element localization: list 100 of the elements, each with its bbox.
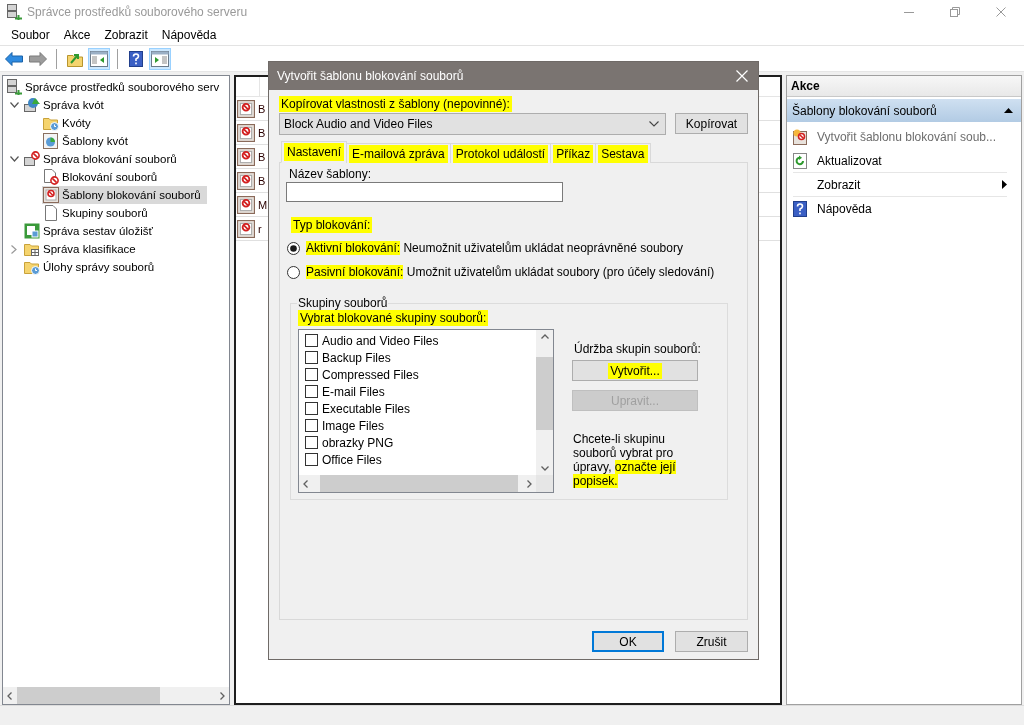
folder-table-icon [24,241,40,257]
ok-button[interactable]: OK [592,631,664,652]
chevron-right-icon [525,479,533,488]
actions-section-header[interactable]: Šablony blokování souborů [787,99,1021,122]
close-icon [736,70,748,82]
template-block-icon [237,195,255,214]
document-block-icon [43,169,59,185]
template-block-icon [237,99,255,118]
minimize-icon [904,11,914,13]
tree-item[interactable]: Správa blokování souborů [23,150,183,168]
tree-item[interactable]: Skupiny souborů [42,204,154,222]
template-dropdown[interactable]: Block Audio and Video Files [279,113,666,135]
action-item[interactable]: Zobrazit [793,172,1007,196]
list-cell: B [258,150,266,163]
chevron-left-icon [6,691,14,700]
tree-item[interactable]: Správa kvót [23,96,110,114]
tree-item[interactable]: Úlohy správy souborů [23,258,161,276]
checkbox[interactable] [305,436,318,449]
chevron-down-icon [540,464,549,472]
help-icon [129,50,143,67]
select-groups-label: Vybrat blokované skupiny souborů: [298,310,489,326]
checkbox[interactable] [305,419,318,432]
scrollbar-thumb[interactable] [536,357,553,430]
tab[interactable]: Nastavení [281,141,348,163]
checkbox-label[interactable]: Compressed Files [322,367,419,382]
checkbox[interactable] [305,368,318,381]
close-icon [996,7,1006,17]
show-console-tree-button[interactable] [88,47,110,70]
chevron-right-icon[interactable] [11,244,17,254]
radio-button[interactable] [287,241,300,255]
radio-label[interactable]: Pasivní blokování: Umožnit uživatelům ukládat soubory (pro účely sledování) [306,265,715,279]
checkbox-label[interactable]: Office Files [322,452,382,467]
menu-item[interactable]: Zobrazit [97,24,155,45]
window-title: Správce prostředků souborového serveru [27,5,248,19]
copy-button[interactable]: Kopírovat [675,113,748,134]
tab[interactable]: Příkaz [550,143,597,163]
folder-clock-icon [43,115,59,131]
vertical-scrollbar[interactable] [536,330,553,475]
radio-label[interactable]: Aktivní blokování: Neumožnit uživatelům ukládat neoprávněné soubory [306,241,683,255]
radio-button[interactable] [287,265,300,279]
scrollbar-thumb[interactable] [17,687,160,704]
maintenance-label: Údržba skupin souborů: [574,342,698,356]
show-action-pane-button[interactable] [149,47,171,70]
checkbox[interactable] [305,453,318,466]
tab[interactable]: Protokol událostí [449,143,552,163]
tab[interactable]: Sestava [595,143,651,163]
tree-item[interactable]: Blokování souborů [42,168,164,186]
restore-icon [950,7,960,17]
pie-chart-document-icon [43,133,59,149]
tab[interactable]: E-mailová zpráva [346,143,451,163]
checkbox[interactable] [305,334,318,347]
checkbox-label[interactable]: Executable Files [322,401,411,416]
checkbox-label[interactable]: Backup Files [322,350,391,365]
chevron-up-icon [540,333,549,341]
cancel-button[interactable]: Zrušit [675,631,748,652]
menu-item[interactable]: Akce [56,24,98,45]
chevron-down-icon[interactable] [9,156,19,162]
action-item[interactable]: Aktualizovat [793,148,1007,172]
tree-item[interactable]: Správa sestav úložišť [23,222,159,240]
horizontal-scrollbar[interactable] [3,687,229,704]
copy-from-template-label: Kopírovat vlastnosti z šablony (nepovinné): [279,96,512,112]
menu-item[interactable]: Soubor [4,24,57,45]
forward-arrow-icon [29,51,47,66]
submenu-arrow-icon [1002,180,1007,189]
template-name-field[interactable] [286,182,563,202]
checkbox[interactable] [305,385,318,398]
new-template-icon [793,128,807,145]
server-icon [6,79,22,95]
group-box-title: Skupiny souborů [297,296,389,310]
create-group-button[interactable]: Vytvořit... [572,360,698,381]
report-icon [24,223,40,239]
server-icon [6,4,22,20]
tree-item[interactable]: Správa klasifikace [23,240,142,258]
actions-header: Akce [787,76,1021,97]
chevron-left-icon [302,479,310,488]
scrollbar-thumb[interactable] [320,475,518,492]
checkbox-label[interactable]: Audio and Video Files [322,333,439,348]
checkbox-label[interactable]: obrazky PNG [322,435,394,450]
tree-item[interactable]: Správce prostředků souborového serv [5,78,226,96]
chevron-down-icon[interactable] [9,102,19,108]
template-block-icon [237,123,255,142]
checkbox-label[interactable]: Image Files [322,418,385,433]
hint-text: Chcete-li skupinu souborů vybrat pro úpravy, označte její popisek. [573,432,677,488]
chevron-right-icon [218,691,226,700]
template-block-icon [237,147,255,166]
checkbox[interactable] [305,402,318,415]
checkbox[interactable] [305,351,318,364]
checkbox-label[interactable]: E-mail Files [322,384,385,399]
tree-item[interactable]: Kvóty [42,114,97,132]
list-cell: B [258,102,266,115]
horizontal-scrollbar[interactable] [299,475,536,492]
tree-item[interactable]: Šablony blokování souborů [42,186,207,204]
list-cell: M [258,198,268,211]
tree-item[interactable]: Šablony kvót [42,132,134,150]
server-block-icon [24,151,40,167]
chevron-down-icon [649,121,659,127]
menu-item[interactable]: Nápověda [154,24,224,45]
action-item[interactable]: Nápověda [793,196,1007,220]
list-cell: B [258,174,266,187]
quota-drive-icon [24,97,40,113]
